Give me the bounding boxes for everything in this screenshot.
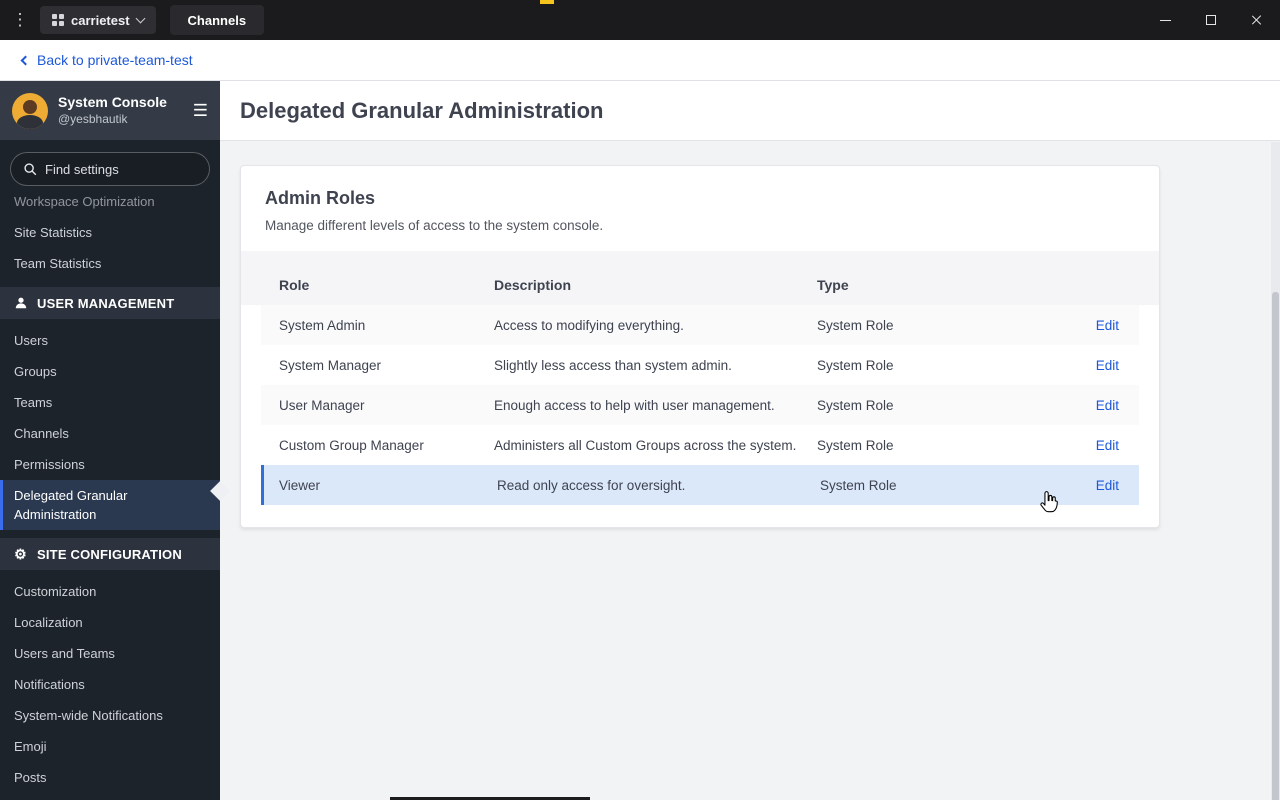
sidebar-section-site-configuration: ⚙ SITE CONFIGURATION — [0, 538, 220, 570]
sidebar-item-delegated-granular-administration[interactable]: Delegated Granular Administration — [0, 480, 220, 530]
sidebar-scroll-area: Workspace Optimization Site Statistics T… — [0, 196, 220, 800]
tab-channels[interactable]: Channels — [169, 5, 265, 35]
menu-icon[interactable]: ☰ — [193, 101, 208, 121]
server-selector[interactable]: carrietest — [40, 6, 156, 34]
description-cell: Read only access for oversight. — [497, 477, 686, 493]
main-content: Delegated Granular Administration Admin … — [220, 81, 1280, 800]
server-name: carrietest — [71, 12, 130, 28]
table-row: System Admin Access to modifying everyth… — [261, 305, 1139, 345]
column-header-role: Role — [279, 277, 310, 293]
minimize-icon — [1159, 19, 1171, 21]
sidebar-item-notifications[interactable]: Notifications — [0, 669, 220, 700]
maximize-icon — [1206, 15, 1216, 25]
table-row: User Manager Enough access to help with … — [261, 385, 1139, 425]
column-header-type: Type — [817, 277, 849, 293]
table-header-band: Role Description Type — [241, 251, 1159, 305]
sidebar-item-emoji[interactable]: Emoji — [0, 731, 220, 762]
sidebar-item-teams[interactable]: Teams — [0, 387, 220, 418]
card-subtitle: Manage different levels of access to the… — [265, 218, 604, 233]
sidebar-search — [0, 140, 220, 196]
app-menu-icon[interactable]: ⋮ — [0, 10, 40, 30]
avatar[interactable] — [12, 92, 48, 129]
column-header-description: Description — [494, 277, 572, 293]
description-cell: Administers all Custom Groups across the… — [494, 437, 797, 453]
sidebar-item-localization[interactable]: Localization — [0, 607, 220, 638]
table-header-row: Role Description Type — [261, 265, 1139, 305]
role-cell: Custom Group Manager — [279, 437, 424, 453]
back-link-label: Back to private-team-test — [37, 52, 193, 68]
edit-link[interactable]: Edit — [1096, 358, 1119, 373]
chevron-down-icon — [135, 13, 145, 23]
close-button[interactable] — [1234, 0, 1280, 40]
artifact-top — [540, 0, 554, 4]
admin-roles-card: Admin Roles Manage different levels of a… — [240, 165, 1160, 528]
close-icon — [1251, 14, 1263, 26]
chevron-left-icon — [20, 55, 31, 66]
sidebar-item-customization[interactable]: Customization — [0, 576, 220, 607]
users-icon — [13, 296, 28, 311]
sidebar-item-users-and-teams[interactable]: Users and Teams — [0, 638, 220, 669]
page-title: Delegated Granular Administration — [240, 97, 604, 123]
section-label: USER MANAGEMENT — [37, 295, 175, 311]
description-cell: Access to modifying everything. — [494, 317, 684, 333]
description-cell: Enough access to help with user manageme… — [494, 397, 775, 413]
window-titlebar: ⋮ carrietest Channels — [0, 0, 1280, 40]
sidebar-item-permissions[interactable]: Permissions — [0, 449, 220, 480]
table-row: Custom Group Manager Administers all Cus… — [261, 425, 1139, 465]
type-cell: System Role — [817, 317, 894, 333]
main-header: Delegated Granular Administration — [220, 81, 1280, 141]
grid-icon — [52, 14, 64, 26]
console-title: System Console — [58, 94, 167, 111]
sidebar-item-posts[interactable]: Posts — [0, 762, 220, 793]
table-row: System Manager Slightly less access than… — [261, 345, 1139, 385]
scrollbar-track[interactable] — [1271, 142, 1280, 800]
sidebar-item-channels[interactable]: Channels — [0, 418, 220, 449]
sidebar-item-system-wide-notifications[interactable]: System-wide Notifications — [0, 700, 220, 731]
maximize-button[interactable] — [1188, 0, 1234, 40]
back-bar: Back to private-team-test — [0, 40, 1280, 81]
role-cell: System Admin — [279, 317, 366, 333]
type-cell: System Role — [817, 437, 894, 453]
role-cell: System Manager — [279, 357, 382, 373]
search-input[interactable] — [45, 161, 185, 177]
type-cell: System Role — [820, 477, 897, 493]
scrollbar-thumb[interactable] — [1272, 292, 1279, 800]
sidebar-header-text: System Console @yesbhautik — [58, 94, 167, 127]
sidebar-item-team-statistics[interactable]: Team Statistics — [0, 248, 220, 279]
edit-link[interactable]: Edit — [1096, 318, 1119, 333]
sidebar-item-file-sharing-and-downloads[interactable]: File Sharing and Downloads — [0, 793, 220, 800]
sidebar-header: System Console @yesbhautik ☰ — [0, 81, 220, 140]
sidebar-item-site-statistics[interactable]: Site Statistics — [0, 217, 220, 248]
sidebar-item-workspace-optimization[interactable]: Workspace Optimization — [0, 196, 220, 217]
sidebar-item-users[interactable]: Users — [0, 325, 220, 356]
search-pill[interactable] — [10, 152, 210, 186]
sidebar-item-groups[interactable]: Groups — [0, 356, 220, 387]
table-body: System Admin Access to modifying everyth… — [241, 305, 1159, 527]
console-username: @yesbhautik — [58, 111, 128, 126]
minimize-button[interactable] — [1142, 0, 1188, 40]
edit-link[interactable]: Edit — [1096, 438, 1119, 453]
search-icon — [24, 163, 37, 176]
type-cell: System Role — [817, 397, 894, 413]
type-cell: System Role — [817, 357, 894, 373]
section-label: SITE CONFIGURATION — [37, 546, 182, 562]
card-title: Admin Roles — [265, 188, 376, 208]
description-cell: Slightly less access than system admin. — [494, 357, 732, 373]
edit-link[interactable]: Edit — [1096, 478, 1119, 493]
role-cell: User Manager — [279, 397, 365, 413]
table-row-highlighted: Viewer Read only access for oversight. S… — [261, 465, 1139, 505]
role-cell: Viewer — [279, 477, 321, 493]
edit-link[interactable]: Edit — [1096, 398, 1119, 413]
system-console-sidebar: System Console @yesbhautik ☰ Workspace O… — [0, 81, 230, 800]
back-to-team-link[interactable]: Back to private-team-test — [20, 52, 193, 68]
sidebar-section-user-management: USER MANAGEMENT — [0, 287, 220, 319]
gear-icon: ⚙ — [14, 545, 27, 562]
card-header: Admin Roles Manage different levels of a… — [241, 166, 1159, 251]
main-body: Admin Roles Manage different levels of a… — [220, 141, 1280, 800]
